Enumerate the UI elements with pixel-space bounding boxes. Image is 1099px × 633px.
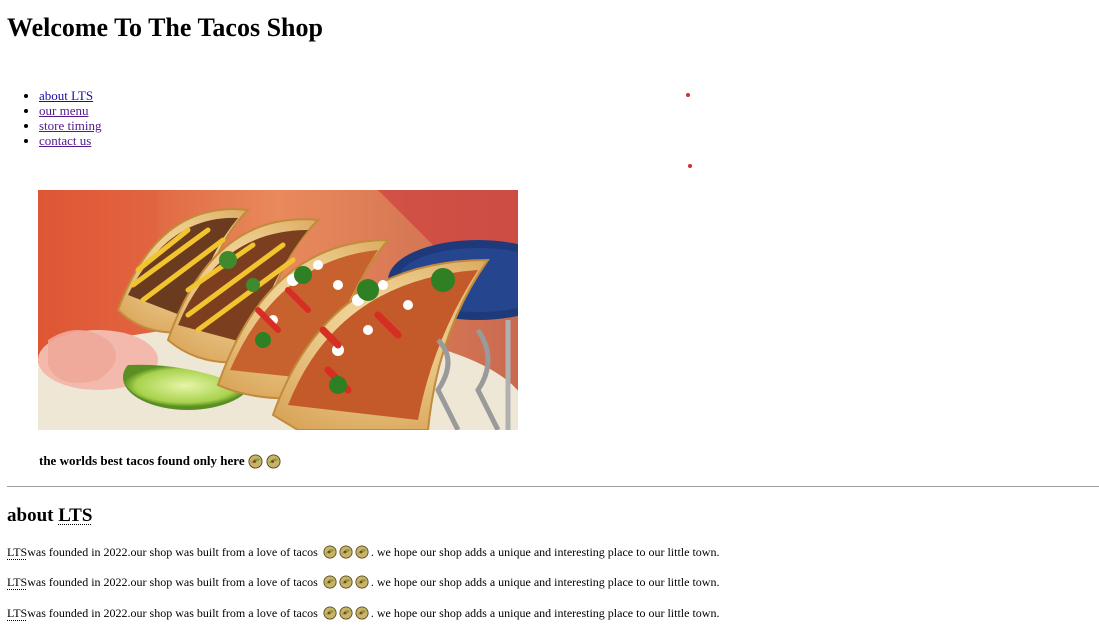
hero-image: [38, 190, 518, 430]
decorative-dot: [688, 164, 692, 168]
about-text-before: was founded in 2022.our shop was built f…: [27, 606, 318, 620]
taco-icon: [339, 575, 353, 589]
nav-item-about: about LTS: [39, 88, 101, 103]
taco-icon: [339, 545, 353, 559]
about-paragraph: LTS was founded in 2022.our shop was buil…: [7, 544, 719, 560]
taco-icon: [323, 606, 337, 620]
page: Welcome To The Tacos Shop about LTS our …: [0, 0, 1099, 633]
nav-link-menu[interactable]: our menu: [39, 103, 88, 118]
taco-emoji-group: [321, 606, 369, 620]
nav-link-contact[interactable]: contact us: [39, 133, 91, 148]
about-text-after: . we hope our shop adds a unique and int…: [370, 575, 720, 589]
hero-tagline: the worlds best tacos found only here: [39, 452, 281, 470]
lts-abbreviation: LTS: [58, 505, 93, 526]
about-text-after: . we hope our shop adds a unique and int…: [370, 545, 720, 559]
nav-item-contact: contact us: [39, 133, 101, 148]
taco-icon: [339, 606, 353, 620]
lts-abbreviation: LTS: [7, 606, 28, 620]
taco-emoji-group: [321, 575, 369, 589]
nav-link-timing[interactable]: store timing: [39, 118, 101, 133]
about-heading: about LTS: [7, 504, 92, 528]
taco-emoji-group: [321, 545, 369, 559]
tagline-text: the worlds best tacos found only here: [39, 453, 245, 468]
taco-icon: [248, 453, 263, 469]
lts-abbreviation: LTS: [7, 545, 28, 559]
about-heading-prefix: about: [7, 505, 59, 526]
nav-menu: about LTS our menu store timing contact …: [7, 88, 101, 148]
about-text-after: . we hope our shop adds a unique and int…: [370, 606, 720, 620]
lts-abbreviation: LTS: [7, 575, 28, 589]
nav-item-timing: store timing: [39, 118, 101, 133]
about-paragraph: LTS was founded in 2022.our shop was buil…: [7, 605, 719, 621]
taco-icon: [323, 575, 337, 589]
taco-icon: [266, 453, 281, 469]
nav-link-about[interactable]: about LTS: [39, 88, 93, 103]
page-title: Welcome To The Tacos Shop: [7, 13, 323, 42]
about-text-before: was founded in 2022.our shop was built f…: [27, 575, 318, 589]
taco-icon: [355, 575, 369, 589]
taco-icon: [355, 545, 369, 559]
about-text-before: was founded in 2022.our shop was built f…: [27, 545, 318, 559]
nav-item-menu: our menu: [39, 103, 101, 118]
taco-icon: [323, 545, 337, 559]
decorative-dot: [686, 93, 690, 97]
section-divider: [7, 486, 1099, 487]
taco-icon: [355, 606, 369, 620]
about-paragraph: LTS was founded in 2022.our shop was buil…: [7, 574, 719, 590]
